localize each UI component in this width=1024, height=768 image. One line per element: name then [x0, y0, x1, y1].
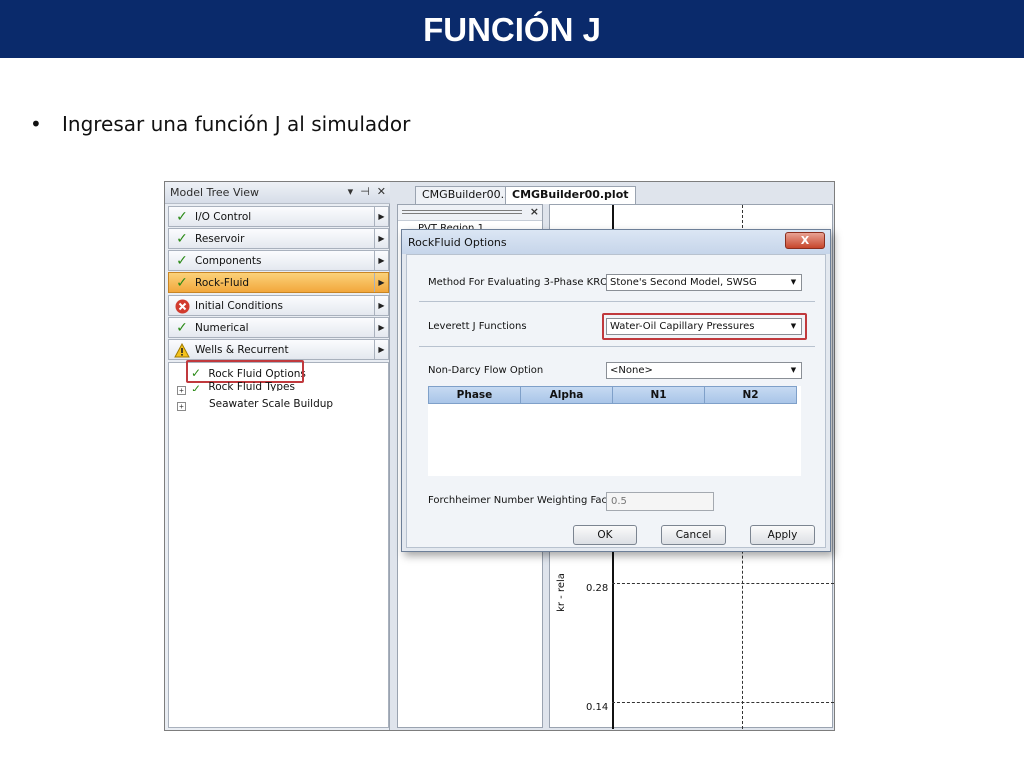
divider: [419, 346, 815, 347]
section-initial-conditions[interactable]: Initial Conditions ▶: [168, 295, 389, 316]
kro-method-label: Method For Evaluating 3-Phase KRO: [428, 277, 609, 288]
non-darcy-select[interactable]: <None> ▼: [606, 362, 802, 379]
column-header-n1[interactable]: N1: [612, 386, 705, 404]
highlight-box: [602, 313, 807, 340]
close-button[interactable]: X: [785, 232, 825, 249]
tree-item-seawater-scale-buildup[interactable]: Seawater Scale Buildup: [209, 398, 333, 412]
tree-view: ✓ Rock Fluid Options + ✓ Rock Fluid Type…: [168, 360, 389, 728]
section-label: Rock-Fluid: [195, 277, 250, 289]
apply-button[interactable]: Apply: [750, 525, 815, 545]
highlight-box: [186, 360, 304, 383]
kro-method-select[interactable]: Stone's Second Model, SWSG ▼: [606, 274, 802, 291]
check-icon: ✓: [191, 382, 202, 391]
model-tree-titlebar: Model Tree View ▾ ⊣ ✕: [165, 182, 390, 204]
column-header-phase[interactable]: Phase: [428, 386, 521, 404]
non-darcy-label: Non-Darcy Flow Option: [428, 365, 544, 376]
column-header-n2[interactable]: N2: [704, 386, 797, 404]
section-label: Reservoir: [195, 233, 245, 245]
expand-arrow-icon[interactable]: ▶: [374, 340, 388, 359]
non-darcy-value: <None>: [610, 365, 653, 376]
tab-builder-plot[interactable]: CMGBuilder00.plot: [505, 186, 636, 204]
section-label: Initial Conditions: [195, 300, 283, 312]
slide-title: FUNCIÓN J: [423, 11, 601, 48]
check-icon: ✓: [176, 275, 188, 291]
non-darcy-table[interactable]: Phase Alpha N1 N2: [428, 386, 801, 476]
expand-arrow-icon[interactable]: ▶: [374, 251, 388, 270]
close-icon[interactable]: ×: [530, 205, 539, 218]
warning-icon: [174, 342, 190, 358]
section-label: Numerical: [195, 322, 249, 334]
chevron-down-icon: ▼: [790, 278, 797, 286]
close-icon[interactable]: ✕: [377, 185, 386, 198]
check-icon: ✓: [176, 231, 188, 247]
dialog-titlebar[interactable]: RockFluid Options X: [402, 230, 830, 254]
cancel-button[interactable]: Cancel: [661, 525, 726, 545]
check-icon: ✓: [176, 320, 188, 336]
forchheimer-input[interactable]: 0.5: [606, 492, 714, 511]
section-wells-recurrent[interactable]: Wells & Recurrent ▶: [168, 339, 389, 360]
model-tree-panel: Model Tree View ▾ ⊣ ✕ ✓ I/O Control ▶ ✓ …: [165, 182, 390, 730]
y-axis-label: kr - rela: [555, 573, 567, 612]
expand-arrow-icon[interactable]: ▶: [374, 229, 388, 248]
pane-grip: [402, 210, 522, 214]
dialog-body: Method For Evaluating 3-Phase KRO Stone'…: [406, 254, 826, 548]
error-icon: [174, 298, 190, 314]
grid-line: [612, 702, 834, 703]
rockfluid-options-dialog: RockFluid Options X Method For Evaluatin…: [401, 229, 831, 552]
expand-arrow-icon[interactable]: ▶: [374, 273, 388, 292]
section-label: Wells & Recurrent: [195, 344, 289, 356]
y-tick-label: 0.28: [586, 583, 609, 594]
pin-icon[interactable]: ⊣: [360, 185, 370, 198]
model-tree-title: Model Tree View: [170, 186, 260, 199]
pane-header: ×: [398, 205, 542, 221]
column-header-alpha[interactable]: Alpha: [520, 386, 613, 404]
dialog-title: RockFluid Options: [408, 236, 507, 249]
grid-line: [612, 583, 834, 584]
leverett-label: Leverett J Functions: [428, 321, 527, 332]
section-rock-fluid[interactable]: ✓ Rock-Fluid ▶: [168, 272, 389, 293]
bullet-text: Ingresar una función J al simulador: [62, 112, 411, 136]
tree-item-rock-fluid-types[interactable]: ✓ Rock Fluid Types: [191, 382, 295, 391]
check-icon: ✓: [176, 209, 188, 225]
forchheimer-label: Forchheimer Number Weighting Factor: [428, 495, 622, 506]
expand-arrow-icon[interactable]: ▶: [374, 296, 388, 315]
section-label: Components: [195, 255, 262, 267]
section-label: I/O Control: [195, 211, 252, 223]
divider: [419, 301, 815, 302]
section-reservoir[interactable]: ✓ Reservoir ▶: [168, 228, 389, 249]
y-tick-label: 0.14: [586, 702, 609, 713]
section-io-control[interactable]: ✓ I/O Control ▶: [168, 206, 389, 227]
check-icon: ✓: [176, 253, 188, 269]
section-components[interactable]: ✓ Components ▶: [168, 250, 389, 271]
ok-button[interactable]: OK: [573, 525, 637, 545]
bullet-symbol: •: [30, 112, 42, 136]
tree-item-label: Seawater Scale Buildup: [209, 398, 334, 410]
kro-method-value: Stone's Second Model, SWSG: [610, 277, 757, 288]
panel-controls: ▾ ⊣ ✕: [348, 185, 386, 198]
expand-icon[interactable]: +: [177, 386, 186, 395]
expand-arrow-icon[interactable]: ▶: [374, 207, 388, 226]
dropdown-icon[interactable]: ▾: [348, 185, 354, 198]
expand-arrow-icon[interactable]: ▶: [374, 318, 388, 337]
expand-icon[interactable]: +: [177, 402, 186, 411]
bullet-item: • Ingresar una función J al simulador: [30, 108, 410, 140]
chevron-down-icon: ▼: [790, 366, 797, 374]
section-numerical[interactable]: ✓ Numerical ▶: [168, 317, 389, 338]
tree-item-label: Rock Fluid Types: [208, 382, 295, 391]
